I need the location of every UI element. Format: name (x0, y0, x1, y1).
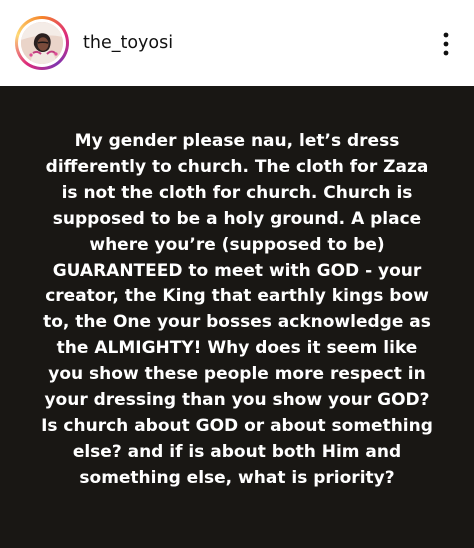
story-message: My gender please nau, let’s dress differ… (20, 129, 454, 492)
story-line: something else, what is priority? (79, 467, 395, 488)
avatar[interactable] (21, 22, 63, 64)
story-line: Is church about GOD or about something (41, 415, 433, 436)
avatar-border (18, 19, 66, 67)
story-line: to, the One your bosses acknowledge as (43, 312, 431, 333)
story-line: differently to church. The cloth for Zaz… (45, 156, 429, 177)
story-line: where you’re (supposed to be) (89, 234, 385, 255)
username[interactable]: the_toyosi (83, 32, 173, 54)
more-options-button[interactable] (434, 31, 458, 57)
story-post: My gender please nau, let’s dress differ… (0, 86, 474, 548)
instagram-post: the_toyosi My gender please nau, let’s d… (0, 0, 474, 548)
story-line: GUARANTEED to meet with GOD - your (52, 260, 422, 281)
story-line: creator, the King that earthly kings bow (45, 286, 429, 307)
story-ring[interactable] (15, 16, 69, 70)
more-vertical-icon (443, 32, 449, 56)
story-line: supposed to be a holy ground. A place (52, 208, 422, 229)
story-line: you show these people more respect in (48, 364, 426, 385)
story-line: is not the cloth for church. Church is (61, 182, 413, 203)
story-line: else? and if is about both Him and (72, 441, 402, 462)
story-line: My gender please nau, let’s dress (74, 131, 400, 151)
post-header: the_toyosi (0, 0, 474, 86)
profile-photo-icon (21, 22, 63, 64)
story-line: the ALMIGHTY! Why does it seem like (56, 338, 418, 359)
story-line: your dressing than you show your GOD? (44, 390, 430, 411)
